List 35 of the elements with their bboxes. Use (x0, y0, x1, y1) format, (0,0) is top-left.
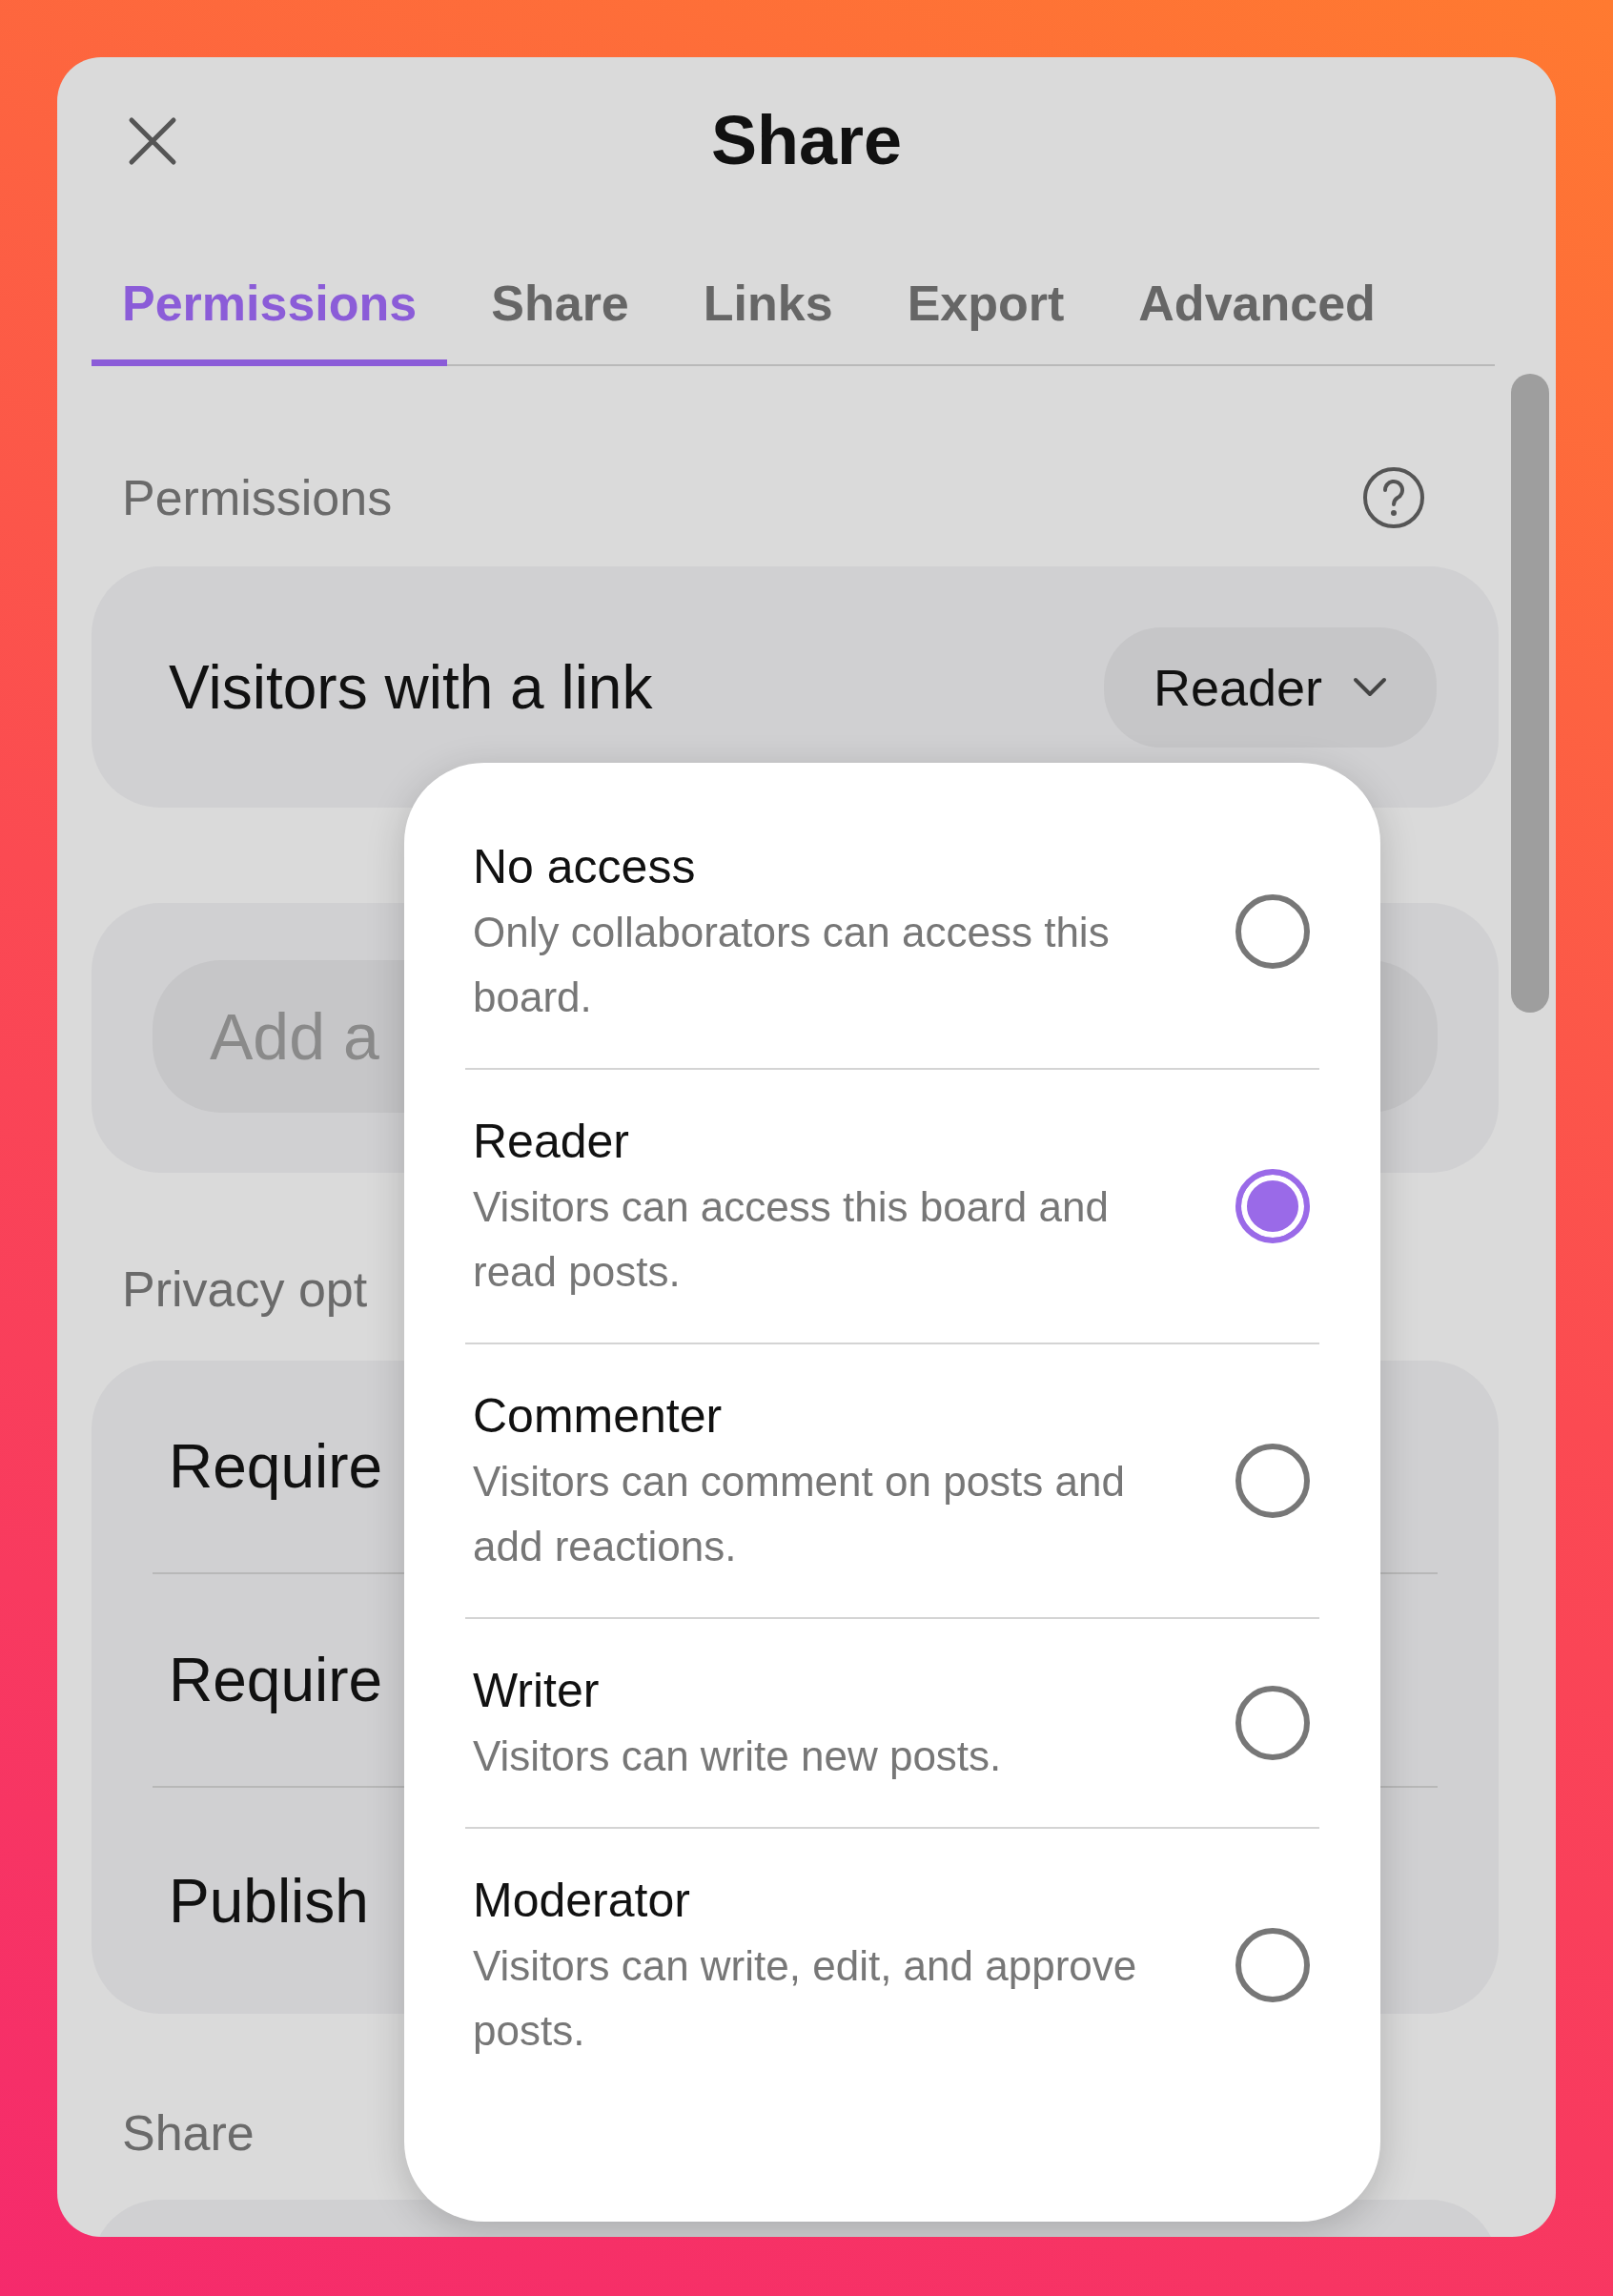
option-title: Commenter (473, 1388, 724, 1445)
section-label: Privacy opt (122, 1261, 368, 1318)
menu-option[interactable]: No access Only collaborators can access this board. (465, 795, 1319, 1070)
option-title: Moderator (473, 1873, 691, 1929)
tab[interactable]: Advanced (1108, 238, 1406, 366)
radio-button[interactable] (1235, 1686, 1310, 1760)
chevron-icon (1353, 676, 1387, 698)
row-label: Require (169, 1645, 383, 1715)
menu-option[interactable]: Commenter Visitors can comment on posts and add reactions. (465, 1344, 1319, 1619)
option-description: Visitors can write new posts. (473, 1732, 1003, 1781)
section-label: Permissions (122, 469, 393, 526)
menu-option[interactable]: Reader Visitors can access this board and read posts. (465, 1070, 1319, 1344)
option-title: Reader (473, 1114, 630, 1170)
option-description: Only collaborators can access this board. (473, 908, 1111, 1022)
dialog-title: Share (710, 101, 903, 179)
tab[interactable]: Links (672, 238, 864, 366)
help-icon[interactable] (1361, 465, 1426, 530)
radio-button[interactable] (1235, 1928, 1310, 2002)
tab[interactable]: Export (876, 238, 1095, 366)
option-description: Visitors can write, edit, and approve posts. (473, 1941, 1138, 2056)
scrollbar[interactable] (1511, 374, 1549, 1013)
radio-button[interactable] (1235, 1444, 1310, 1518)
role-dropdown[interactable]: Reader (1103, 626, 1437, 748)
option-title: No access (473, 839, 697, 895)
row-label: Require (169, 1431, 383, 1502)
menu-option[interactable]: Writer Visitors can write new posts. (465, 1619, 1319, 1829)
option-title: Writer (473, 1663, 601, 1719)
tab[interactable]: Share (460, 238, 660, 366)
option-description: Visitors can comment on posts and add reactions. (473, 1457, 1126, 1571)
option-description: Visitors can access this board and read posts. (473, 1182, 1110, 1297)
row-label: Publish (169, 1865, 369, 1937)
section-label: Share (122, 2104, 255, 2162)
menu-option[interactable]: Moderator Visitors can write, edit, and approve posts. (465, 1829, 1319, 2101)
radio-button[interactable] (1235, 894, 1310, 969)
row-label: Visitors with a link (169, 651, 653, 723)
